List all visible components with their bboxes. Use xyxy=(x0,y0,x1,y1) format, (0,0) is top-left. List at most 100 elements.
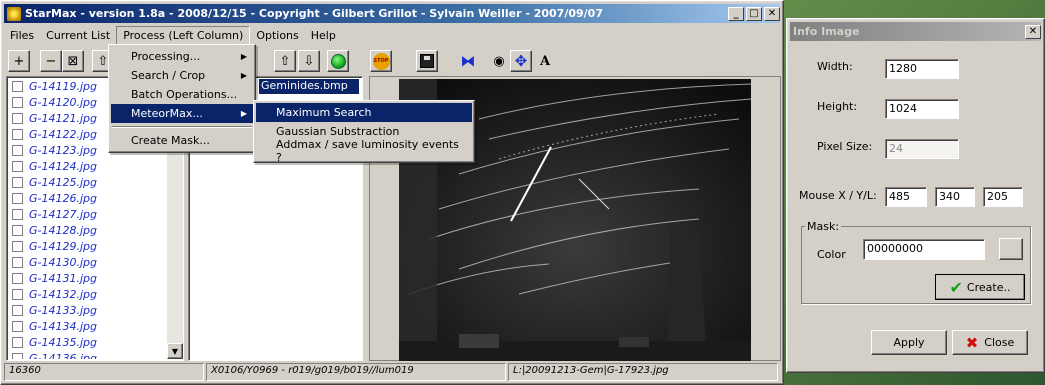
middle-selected-item[interactable]: Geminides.bmp xyxy=(259,79,359,94)
info-close-button[interactable]: ✕ xyxy=(1025,24,1041,39)
list-item-label: G-14125.jpg xyxy=(29,175,98,189)
status-coords: X0106/Y0969 - r019/g019/b019//lum019 xyxy=(206,363,506,381)
list-item-checkbox[interactable] xyxy=(12,352,23,359)
menu-addmax[interactable]: Addmax / save luminosity events ? xyxy=(256,138,472,164)
menu-search-crop-label: Search / Crop xyxy=(131,69,206,82)
list-item-checkbox[interactable] xyxy=(12,128,23,140)
menu-help[interactable]: Help xyxy=(305,27,342,44)
list-item-checkbox[interactable] xyxy=(12,80,23,92)
list-item[interactable]: G-14131.jpg xyxy=(8,270,166,286)
list-item-checkbox[interactable] xyxy=(12,96,23,108)
list-item[interactable]: G-14133.jpg xyxy=(8,302,166,318)
mouse-y-field[interactable]: 340 xyxy=(935,187,975,207)
apply-button[interactable]: Apply xyxy=(871,330,947,355)
save-icon[interactable] xyxy=(416,50,438,72)
stop-icon[interactable]: STOP xyxy=(370,50,392,72)
list-item[interactable]: G-14136.jpg xyxy=(8,350,166,359)
list-item-checkbox[interactable] xyxy=(12,144,23,156)
text-icon[interactable]: A xyxy=(534,50,556,72)
list-item[interactable]: G-14128.jpg xyxy=(8,222,166,238)
list-item-checkbox[interactable] xyxy=(12,336,23,348)
list-item-checkbox[interactable] xyxy=(12,208,23,220)
scroll-down-arrow-icon[interactable]: ▼ xyxy=(167,343,183,359)
list-item-label: G-14124.jpg xyxy=(29,159,98,173)
list-item-checkbox[interactable] xyxy=(12,240,23,252)
list-item[interactable]: G-14127.jpg xyxy=(8,206,166,222)
pan-icon[interactable]: ✥ xyxy=(510,50,532,72)
list-item-label: G-14131.jpg xyxy=(29,271,98,285)
list-item[interactable]: G-14129.jpg xyxy=(8,238,166,254)
mouse-label: Mouse X / Y/L: xyxy=(799,189,877,202)
menu-create-mask[interactable]: Create Mask... xyxy=(111,131,253,150)
list-item-checkbox[interactable] xyxy=(12,256,23,268)
mouse-x-field[interactable]: 485 xyxy=(885,187,927,207)
menu-current-list[interactable]: Current List xyxy=(40,27,116,44)
menu-options[interactable]: Options xyxy=(250,27,304,44)
building-silhouette xyxy=(399,341,751,361)
close-info-button[interactable]: ✖ Close xyxy=(952,330,1028,355)
close-button-label: Close xyxy=(984,336,1015,349)
height-field[interactable]: 1024 xyxy=(885,99,959,119)
menu-maximum-search[interactable]: Maximum Search xyxy=(256,103,472,122)
list-item[interactable]: G-14134.jpg xyxy=(8,318,166,334)
color-field[interactable]: 00000000 xyxy=(863,239,985,260)
list-item-checkbox[interactable] xyxy=(12,320,23,332)
pixel-size-field: 24 xyxy=(885,139,959,159)
list-item[interactable]: G-14135.jpg xyxy=(8,334,166,350)
menu-batch-operations[interactable]: Batch Operations... xyxy=(111,85,253,104)
list-item-checkbox[interactable] xyxy=(12,304,23,316)
info-window-title: Info Image xyxy=(793,25,860,38)
info-image-window: Info Image ✕ Width: 1280 Height: 1024 Pi… xyxy=(786,18,1045,373)
create-mask-button[interactable]: ✔ Create.. xyxy=(935,274,1025,300)
list-item-checkbox[interactable] xyxy=(12,224,23,236)
list-item[interactable]: G-14132.jpg xyxy=(8,286,166,302)
info-titlebar[interactable]: Info Image ✕ xyxy=(790,22,1041,41)
mouse-l-field[interactable]: 205 xyxy=(983,187,1023,207)
list-item-checkbox[interactable] xyxy=(12,160,23,172)
menu-processing[interactable]: Processing... ▶ xyxy=(111,47,253,66)
close-button[interactable]: ✕ xyxy=(764,6,780,21)
list-item-checkbox[interactable] xyxy=(12,176,23,188)
menu-meteormax[interactable]: MeteorMax... ▶ xyxy=(111,104,253,123)
list-item-checkbox[interactable] xyxy=(12,272,23,284)
list-down-icon[interactable]: ⇩ xyxy=(298,50,320,72)
process-menu: Processing... ▶ Search / Crop ▶ Batch Oper… xyxy=(108,44,256,153)
meteormax-submenu: Maximum Search Gaussian Substraction Add… xyxy=(253,100,475,164)
add-icon[interactable]: + xyxy=(8,50,30,72)
color-swatch-button[interactable] xyxy=(999,238,1023,260)
list-item-label: G-14119.jpg xyxy=(29,79,98,93)
list-item-label: G-14127.jpg xyxy=(29,207,98,221)
maximize-button[interactable]: □ xyxy=(746,6,762,21)
menu-search-crop[interactable]: Search / Crop ▶ xyxy=(111,66,253,85)
list-up-icon[interactable]: ⇧ xyxy=(274,50,296,72)
clear-icon[interactable]: ⊠ xyxy=(62,50,84,72)
apply-button-label: Apply xyxy=(893,336,925,349)
stop-icon-label: STOP xyxy=(372,52,390,70)
list-item[interactable]: G-14130.jpg xyxy=(8,254,166,270)
width-field[interactable]: 1280 xyxy=(885,59,959,79)
list-item-label: G-14133.jpg xyxy=(29,303,98,317)
list-item-checkbox[interactable] xyxy=(12,192,23,204)
butterfly-icon[interactable]: ⧓ xyxy=(457,50,479,72)
rooftop xyxy=(459,334,499,348)
list-item-label: G-14123.jpg xyxy=(29,143,98,157)
menu-files[interactable]: Files xyxy=(4,27,40,44)
list-item[interactable]: G-14125.jpg xyxy=(8,174,166,190)
minimize-button[interactable]: _ xyxy=(728,6,744,21)
remove-icon[interactable]: − xyxy=(40,50,62,72)
eye-icon[interactable]: ◉ xyxy=(488,50,510,72)
submenu-arrow-icon: ▶ xyxy=(240,71,247,80)
main-titlebar[interactable]: StarMax - version 1.8a - 2008/12/15 - Co… xyxy=(4,4,780,23)
list-item-checkbox[interactable] xyxy=(12,288,23,300)
menu-processing-label: Processing... xyxy=(131,50,201,63)
list-item[interactable]: G-14124.jpg xyxy=(8,158,166,174)
menu-process[interactable]: Process (Left Column) xyxy=(116,25,251,45)
list-item-label: G-14128.jpg xyxy=(29,223,98,237)
list-item[interactable]: G-14126.jpg xyxy=(8,190,166,206)
color-label: Color xyxy=(817,248,846,261)
list-item-checkbox[interactable] xyxy=(12,112,23,124)
go-green-icon[interactable] xyxy=(327,50,349,72)
app-icon xyxy=(7,6,21,21)
statusbar: 16360 X0106/Y0969 - r019/g019/b019//lum0… xyxy=(4,363,780,381)
width-label: Width: xyxy=(817,60,853,73)
